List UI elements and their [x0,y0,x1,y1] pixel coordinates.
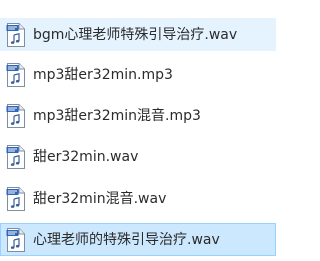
file-item-bgm-wav[interactable]: bgm心理老师特殊引导治疗.wav [0,18,276,51]
audio-file-icon [6,227,25,252]
audio-file-icon [6,103,25,128]
file-list: bgm心理老师特殊引导治疗.wav mp3甜er32min.mp3 mp3甜er… [0,0,278,261]
file-item-mp3-2[interactable]: mp3甜er32min混音.mp3 [0,99,276,132]
file-name: 心理老师的特殊引导治疗.wav [33,231,220,248]
audio-file-icon [6,62,25,87]
file-item-wav-1[interactable]: 甜er32min.wav [0,140,276,173]
file-name: mp3甜er32min.mp3 [33,66,173,83]
file-item-mp3-1[interactable]: mp3甜er32min.mp3 [0,58,276,91]
file-name: 甜er32min混音.wav [33,190,167,207]
audio-file-icon [6,144,25,169]
file-name: bgm心理老师特殊引导治疗.wav [33,26,238,43]
file-name: 甜er32min.wav [33,148,139,165]
file-item-wav-2[interactable]: 甜er32min混音.wav [0,182,276,215]
audio-file-icon [6,186,25,211]
audio-file-icon [6,22,25,47]
file-item-selected-wav[interactable]: 心理老师的特殊引导治疗.wav [0,223,276,256]
file-name: mp3甜er32min混音.mp3 [33,107,201,124]
